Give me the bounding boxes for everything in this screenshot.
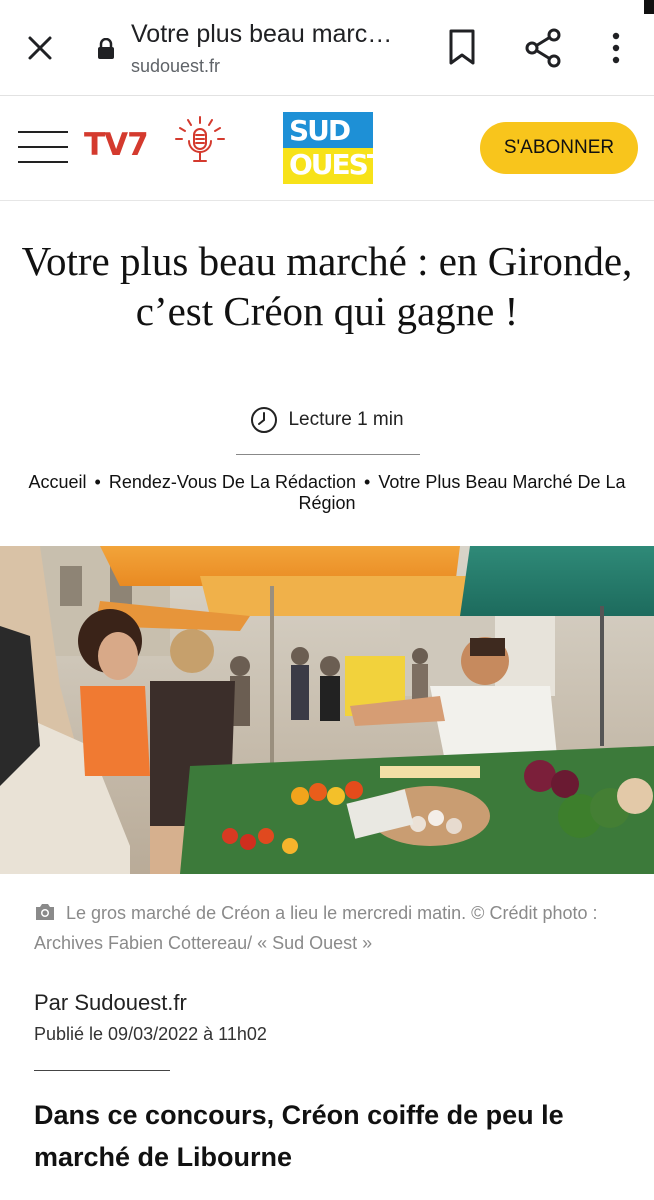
article-subheading: Dans ce concours, Créon coiffe de peu le…	[34, 1100, 564, 1172]
publish-date: Publié le 09/03/2022 à 11h02	[34, 1024, 267, 1044]
breadcrumb-item-accueil[interactable]: Accueil	[29, 472, 87, 492]
reading-time: Lecture 1 min	[0, 406, 654, 440]
breadcrumb-separator: •	[94, 472, 101, 492]
more-vert-icon[interactable]	[604, 28, 628, 68]
breadcrumb: Accueil • Rendez-Vous De La Rédaction • Votr…	[4, 472, 650, 514]
browser-toolbar: Votre plus beau marc… sudouest.fr	[0, 0, 654, 96]
logo-word-ouest: OUEST	[289, 148, 386, 181]
photo-caption: Le gros marché de Créon a lieu le mercre…	[34, 898, 624, 958]
microphone-icon[interactable]	[172, 113, 228, 169]
divider	[34, 1070, 170, 1071]
bookmark-icon[interactable]	[446, 28, 478, 66]
camera-icon	[36, 904, 54, 920]
status-corner	[644, 0, 654, 14]
menu-icon[interactable]	[18, 127, 68, 167]
sudouest-logo[interactable]: SUD OUEST	[283, 112, 386, 184]
tv7-logo[interactable]: TV7	[84, 127, 149, 163]
article-photo	[0, 546, 654, 874]
subscribe-button[interactable]: S'ABONNER	[480, 122, 638, 174]
breadcrumb-separator: •	[364, 472, 371, 492]
close-icon[interactable]	[22, 30, 58, 66]
site-header: TV7 SUD OUEST S'ABONNER	[0, 97, 654, 201]
logo-word-sud: SUD	[289, 114, 351, 147]
page-url[interactable]: sudouest.fr	[131, 56, 220, 77]
breadcrumb-item-rendez-vous[interactable]: Rendez-Vous De La Rédaction	[109, 472, 356, 492]
lock-icon	[98, 38, 114, 59]
market-scene-image	[0, 546, 654, 874]
page-title[interactable]: Votre plus beau marc…	[131, 20, 421, 49]
clock-icon	[251, 407, 278, 433]
share-icon[interactable]	[524, 28, 562, 68]
article-headline: Votre plus beau marché : en Gironde, c’e…	[21, 238, 633, 334]
photo-caption-text: Le gros marché de Créon a lieu le mercre…	[34, 903, 598, 953]
article-author[interactable]: Par Sudouest.fr	[34, 990, 187, 1016]
reading-time-label: Lecture 1 min	[288, 409, 404, 430]
reading-underline	[236, 454, 420, 455]
